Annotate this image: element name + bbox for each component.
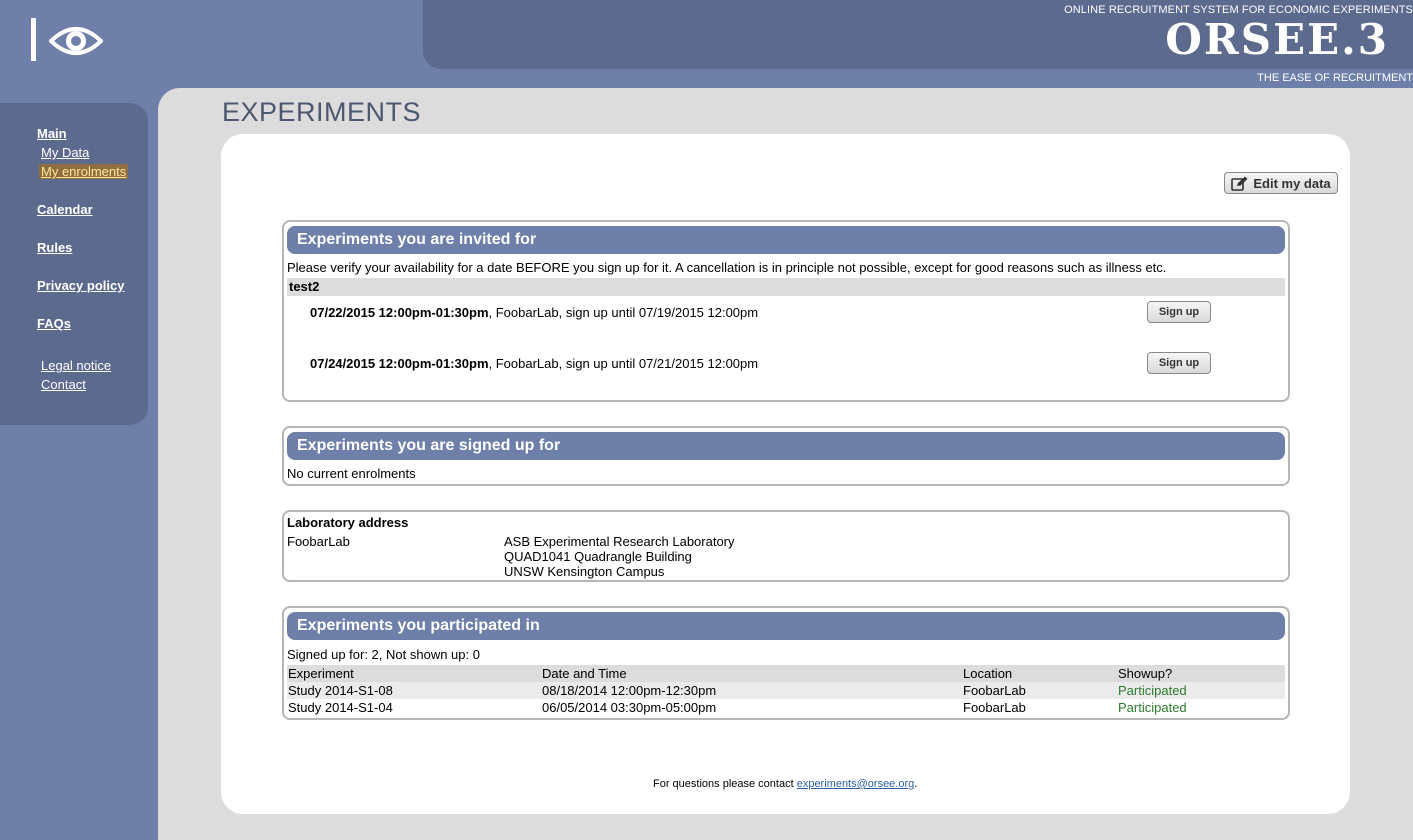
lab-address-line: QUAD1041 Quadrangle Building (504, 549, 692, 564)
session-details: , FoobarLab, sign up until 07/21/2015 12… (488, 356, 759, 371)
edit-icon (1231, 176, 1248, 191)
session-date: 07/22/2015 12:00pm-01:30pm (310, 305, 489, 320)
lab-address-line: UNSW Kensington Campus (504, 564, 665, 579)
table-cell: Study 2014-S1-04 (288, 700, 393, 715)
experiment-row: test2 (287, 278, 1285, 296)
footer-suffix: . (914, 778, 918, 790)
table-cell: Study 2014-S1-08 (288, 683, 393, 698)
table-row: Study 2014-S1-04 06/05/2014 03:30pm-05:0… (287, 699, 1285, 716)
tagline-bottom: THE EASE OF RECRUITMENT (1257, 72, 1413, 84)
column-header: Location (963, 666, 1013, 681)
experiment-name: test2 (289, 279, 320, 294)
table-cell: FoobarLab (963, 683, 1026, 698)
contact-email-link[interactable]: experiments@orsee.org (797, 778, 915, 790)
showup-status: Participated (1118, 700, 1187, 715)
participated-header: Experiments you participated in (287, 612, 1285, 640)
header-band: ONLINE RECRUITMENT SYSTEM FOR ECONOMIC E… (423, 0, 1413, 69)
lab-address-section: Laboratory address FoobarLab ASB Experim… (282, 510, 1290, 582)
sidebar: Main My Data My enrolments Calendar Rule… (0, 103, 148, 425)
sidebar-item-my-enrolments[interactable]: My enrolments (39, 164, 129, 179)
session-date: 07/24/2015 12:00pm-01:30pm (310, 356, 489, 371)
sidebar-item-contact[interactable]: Contact (41, 377, 86, 392)
participated-section: Experiments you participated in Signed u… (282, 606, 1290, 720)
sidebar-item-faqs[interactable]: FAQs (37, 316, 71, 331)
lab-address-heading: Laboratory address (287, 515, 409, 530)
sidebar-item-main[interactable]: Main (37, 126, 67, 141)
column-header: Date and Time (542, 666, 627, 681)
edit-my-data-button[interactable]: Edit my data (1224, 172, 1338, 194)
sidebar-item-my-data[interactable]: My Data (41, 145, 89, 160)
sidebar-item-rules[interactable]: Rules (37, 240, 72, 255)
session-item: 07/22/2015 12:00pm-01:30pm, FoobarLab, s… (310, 305, 758, 320)
column-header: Experiment (288, 666, 354, 681)
page-title: EXPERIMENTS (222, 97, 422, 127)
session-details: , FoobarLab, sign up until 07/19/2015 12… (488, 305, 759, 320)
lab-address-line: ASB Experimental Research Laboratory (504, 534, 735, 549)
table-cell: 06/05/2014 03:30pm-05:00pm (542, 700, 717, 715)
column-header: Showup? (1118, 666, 1173, 681)
lab-name: FoobarLab (287, 534, 350, 549)
showup-status: Participated (1118, 683, 1187, 698)
session-item: 07/24/2015 12:00pm-01:30pm, FoobarLab, s… (310, 356, 758, 371)
signed-up-section: Experiments you are signed up for No cur… (282, 426, 1290, 486)
sign-up-button[interactable]: Sign up (1147, 301, 1211, 323)
left-strip (0, 425, 158, 813)
participation-summary: Signed up for: 2, Not shown up: 0 (287, 647, 480, 662)
no-enrolments-text: No current enrolments (287, 466, 416, 481)
brand-logo: ORSEE.3 (1165, 15, 1389, 64)
sidebar-item-privacy-policy[interactable]: Privacy policy (37, 278, 124, 293)
table-header-row: Experiment Date and Time Location Showup… (287, 665, 1285, 682)
eye-icon (49, 27, 103, 55)
table-row: Study 2014-S1-08 08/18/2014 12:00pm-12:3… (287, 682, 1285, 699)
edit-my-data-label: Edit my data (1253, 175, 1331, 191)
invited-section: Experiments you are invited for Please v… (282, 220, 1290, 402)
sidebar-item-calendar[interactable]: Calendar (37, 202, 93, 217)
footer-text: For questions please contact (653, 778, 797, 790)
invited-notice: Please verify your availability for a da… (287, 260, 1167, 275)
footer: For questions please contact experiments… (653, 778, 917, 790)
sign-up-button[interactable]: Sign up (1147, 352, 1211, 374)
sidebar-item-legal-notice[interactable]: Legal notice (41, 358, 111, 373)
logo-bar (31, 18, 36, 61)
signed-up-header: Experiments you are signed up for (287, 432, 1285, 460)
invited-header: Experiments you are invited for (287, 226, 1285, 254)
table-cell: FoobarLab (963, 700, 1026, 715)
table-cell: 08/18/2014 12:00pm-12:30pm (542, 683, 717, 698)
